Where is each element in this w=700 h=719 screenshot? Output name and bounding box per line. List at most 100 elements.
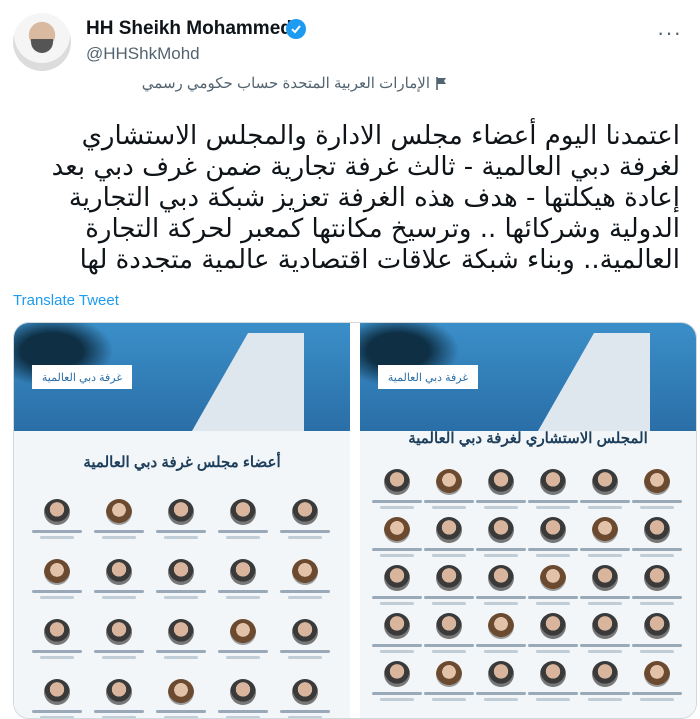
portrait [644,565,670,591]
portrait-caption [424,692,474,695]
media-image-advisory-council[interactable]: غرفة دبي العالمية المجلس الاستشاري لغرفة… [360,323,696,718]
portrait-caption [632,692,682,695]
portrait [44,679,70,705]
translate-tweet-link[interactable]: Translate Tweet [13,292,119,309]
portrait-caption [32,590,82,593]
advisory-title: المجلس الاستشاري لغرفة دبي العالمية [408,430,648,447]
portrait-caption [536,602,570,605]
portrait-caption [476,644,526,647]
author-avatar[interactable] [13,13,71,71]
portrait [230,619,256,645]
author-name[interactable]: HH Sheikh Mohammed [86,18,292,40]
tweet-line: إعادة هيكلتها - هدف هذه الغرفة تعزيز شبك… [68,183,680,213]
more-icon[interactable]: ··· [657,20,682,46]
portrait-caption [432,650,466,653]
portrait [436,517,462,543]
portrait-caption [164,656,198,659]
portrait [292,499,318,525]
portrait [384,661,410,687]
portrait-caption [288,596,322,599]
portrait-caption [40,716,74,718]
portrait [488,613,514,639]
portrait-caption [640,602,674,605]
portrait-caption [580,500,630,503]
portrait-caption [476,548,526,551]
portrait-caption [476,596,526,599]
portrait-caption [588,554,622,557]
portrait-caption [632,596,682,599]
portrait [488,469,514,495]
portrait-caption [94,530,144,533]
portrait [384,469,410,495]
portrait [168,619,194,645]
portrait-caption [484,506,518,509]
portrait [44,499,70,525]
tweet-line: لغرفة دبي العالمية - ثالث غرفة تجارية ضم… [51,152,680,182]
portrait-caption [580,548,630,551]
portrait-caption [476,500,526,503]
portrait-caption [226,536,260,539]
portrait [644,469,670,495]
portrait [540,661,566,687]
portrait [592,661,618,687]
portrait-caption [226,656,260,659]
portrait-caption [40,536,74,539]
portrait-caption [226,596,260,599]
portrait [44,619,70,645]
portrait-caption [372,500,422,503]
portrait-caption [156,710,206,713]
portrait [540,613,566,639]
portrait-caption [94,590,144,593]
portrait-caption [424,644,474,647]
portrait-caption [536,554,570,557]
portrait-caption [226,716,260,718]
building-decoration [192,333,304,431]
portrait-caption [484,650,518,653]
portrait [540,565,566,591]
portrait-caption [156,530,206,533]
portrait-caption [372,596,422,599]
portrait-caption [528,644,578,647]
portrait-caption [280,590,330,593]
portrait-caption [94,650,144,653]
portrait-caption [218,650,268,653]
portrait-caption [424,500,474,503]
portrait [540,469,566,495]
image-banner: غرفة دبي العالمية [360,323,696,431]
tweet-text: اعتمدنا اليوم أعضاء مجلس الادارة والمجلس… [14,121,680,276]
portrait [644,661,670,687]
portrait-caption [484,698,518,701]
portrait [592,613,618,639]
portrait-caption [280,650,330,653]
media-image-board-members[interactable]: غرفة دبي العالمية أعضاء مجلس غرفة دبي ال… [14,323,350,718]
verified-badge-icon [286,19,306,39]
portrait [436,469,462,495]
portrait [292,559,318,585]
image-banner: غرفة دبي العالمية [14,323,350,431]
portrait-caption [640,650,674,653]
avatar-beard [31,39,53,53]
portrait-caption [380,602,414,605]
portrait [168,679,194,705]
portrait-caption [476,692,526,695]
portrait-caption [288,716,322,718]
portrait-caption [588,602,622,605]
author-handle[interactable]: @HHShkMohd [86,44,200,64]
portrait-caption [380,698,414,701]
government-account-label[interactable]: الإمارات العربية المتحدة حساب حكومي رسمي [86,72,448,94]
portrait-caption [288,656,322,659]
portrait-caption [218,710,268,713]
portrait [540,517,566,543]
portrait [292,619,318,645]
portrait-caption [536,650,570,653]
portrait-caption [372,548,422,551]
portrait-caption [156,650,206,653]
tweet-line: الدولية وشركائها .. وترسيخ مكانتها كمعبر… [85,214,680,244]
portrait [592,565,618,591]
portrait-caption [588,650,622,653]
tweet-media[interactable]: غرفة دبي العالمية أعضاء مجلس غرفة دبي ال… [13,322,697,719]
portrait-caption [632,548,682,551]
portrait-caption [588,698,622,701]
portrait-caption [432,602,466,605]
portrait-caption [632,500,682,503]
